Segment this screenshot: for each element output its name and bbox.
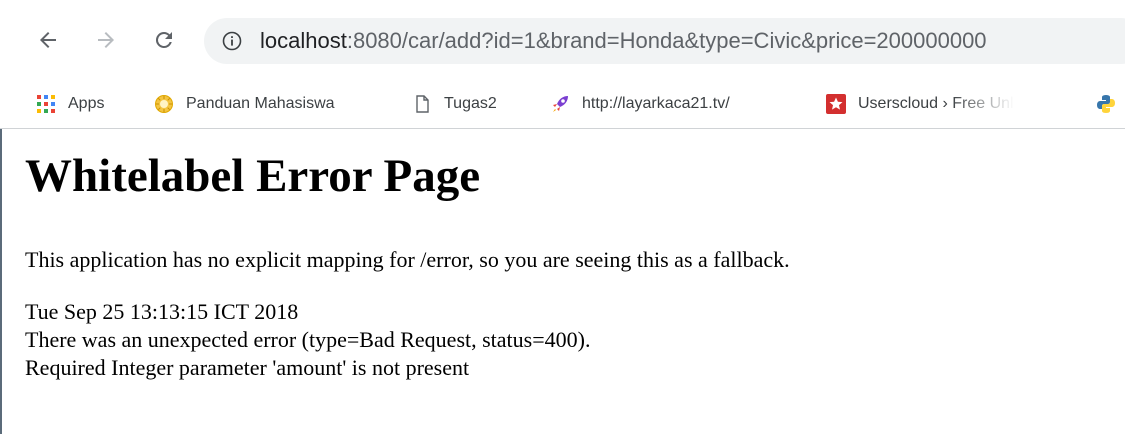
sun-logo-icon (155, 95, 173, 113)
back-button[interactable] (30, 22, 66, 58)
apps-grid-icon (37, 95, 55, 113)
url-host: localhost (260, 28, 347, 53)
bookmark-label: Tugas2 (444, 95, 497, 112)
arrow-left-icon (40, 32, 56, 48)
bookmark-apps[interactable]: Apps (36, 88, 104, 120)
reload-button[interactable] (146, 22, 182, 58)
bookmark-tugas2[interactable]: Tugas2 (412, 88, 497, 120)
python-logo-icon (1097, 95, 1115, 113)
arrow-right-icon (98, 32, 114, 48)
bookmark-label: Panduan Mahasiswa (186, 95, 335, 112)
url-path: :8080/car/add?id=1&brand=Honda&type=Civi… (346, 28, 987, 53)
error-page: Whitelabel Error Page This application h… (25, 146, 1115, 382)
bookmark-python[interactable] (1096, 88, 1125, 120)
bookmark-layarkaca21[interactable]: http://layarkaca21.tv/ (550, 88, 730, 120)
error-timestamp: Tue Sep 25 13:13:15 ICT 2018 (25, 299, 299, 324)
bookmark-label: Apps (68, 95, 105, 112)
page-title: Whitelabel Error Page (25, 150, 481, 202)
info-circle-icon[interactable] (222, 31, 242, 51)
bookmark-label: Userscloud › Free Unl (858, 95, 1014, 112)
address-bar[interactable]: localhost:8080/car/add?id=1&brand=Honda&… (204, 18, 1125, 64)
error-message: Required Integer parameter 'amount' is n… (25, 355, 470, 380)
error-details: Tue Sep 25 13:13:15 ICT 2018 There was a… (25, 298, 1115, 382)
error-description: This application has no explicit mapping… (25, 247, 790, 272)
bookmark-panduan-mahasiswa[interactable]: Panduan Mahasiswa (154, 88, 335, 120)
forward-button[interactable] (88, 22, 124, 58)
bookmark-label: http://layarkaca21.tv/ (582, 95, 730, 112)
url-text[interactable]: localhost:8080/car/add?id=1&brand=Honda&… (260, 27, 987, 55)
error-status: There was an unexpected error (type=Bad … (25, 327, 591, 352)
rocket-icon (553, 96, 568, 112)
document-icon (416, 95, 429, 113)
bookmark-userscloud[interactable]: Userscloud › Free Unl (826, 88, 1014, 120)
reload-icon (155, 31, 172, 48)
red-star-icon (826, 94, 846, 114)
bookmarks-bar: Apps Panduan Mahasiswa Tugas2 http://lay… (0, 82, 1125, 129)
browser-toolbar: localhost:8080/car/add?id=1&brand=Honda&… (0, 0, 1125, 82)
